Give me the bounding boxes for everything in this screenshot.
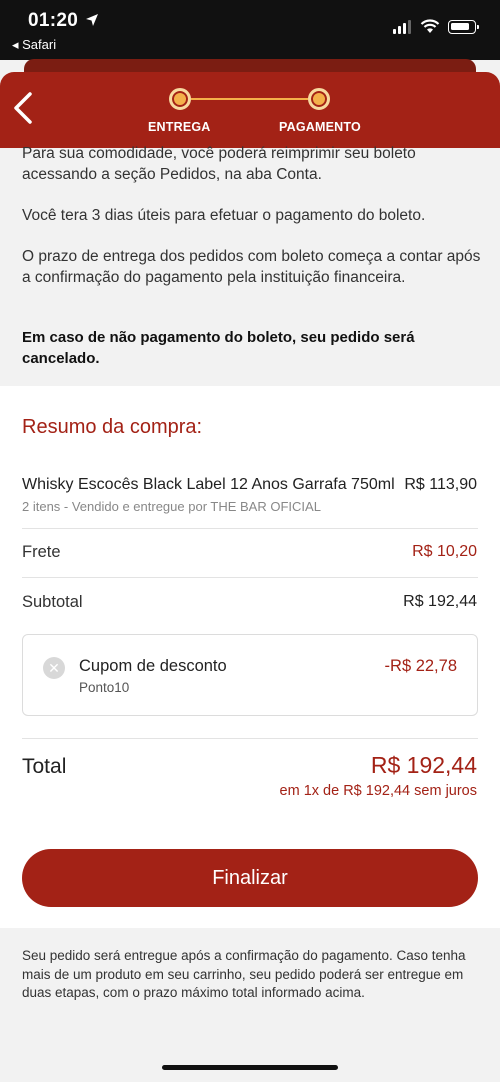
- installments-text: em 1x de R$ 192,44 sem juros: [279, 783, 477, 799]
- back-to-safari-link[interactable]: ◂ Safari: [12, 37, 56, 53]
- subtotal-value: R$ 192,44: [403, 593, 477, 610]
- step-dot-entrega: [169, 88, 191, 110]
- back-arrow-icon[interactable]: [10, 90, 36, 126]
- divider: [22, 577, 478, 578]
- step-label-pagamento[interactable]: PAGAMENTO: [279, 120, 361, 134]
- info-reprint: Para sua comodidade, você poderá reimpri…: [22, 145, 416, 183]
- checkout-header: ENTREGA PAGAMENTO: [0, 72, 500, 148]
- item-seller: 2 itens - Vendido e entregue por THE BAR…: [22, 499, 321, 514]
- shipping-value: R$ 10,20: [412, 543, 477, 560]
- home-indicator[interactable]: [162, 1065, 338, 1070]
- step-dot-pagamento: [308, 88, 330, 110]
- status-time: 01:20: [28, 10, 79, 31]
- checkout-stepper: ENTREGA PAGAMENTO: [148, 88, 368, 138]
- shipping-label: Frete: [22, 543, 61, 561]
- location-arrow-icon: [86, 14, 98, 26]
- finalize-button[interactable]: Finalizar: [22, 849, 478, 907]
- battery-icon: [448, 20, 479, 34]
- stepper-line: [191, 98, 308, 100]
- total-label: Total: [22, 755, 67, 778]
- order-summary: Resumo da compra: Whisky Escocês Black L…: [0, 386, 500, 928]
- total-value: R$ 192,44: [370, 752, 477, 778]
- item-name: Whisky Escocês Black Label 12 Anos Garra…: [22, 476, 395, 493]
- cellular-signal-icon: [393, 20, 411, 34]
- divider: [22, 528, 478, 529]
- info-cancel-warning: Em caso de não pagamento do boleto, seu …: [22, 329, 415, 367]
- info-delivery-start: O prazo de entrega dos pedidos com bolet…: [22, 248, 481, 286]
- divider: [22, 738, 478, 739]
- coupon-discount: -R$ 22,78: [384, 657, 457, 675]
- step-label-entrega[interactable]: ENTREGA: [148, 120, 211, 134]
- footer-note: Seu pedido será entregue após a confirma…: [22, 948, 466, 1000]
- info-deadline: Você tera 3 dias úteis para efetuar o pa…: [22, 207, 426, 224]
- boleto-info-section: Para sua comodidade, você poderá reimpri…: [0, 145, 500, 386]
- wifi-icon: [420, 19, 440, 33]
- subtotal-label: Subtotal: [22, 593, 83, 611]
- summary-title: Resumo da compra:: [22, 416, 203, 438]
- item-price: R$ 113,90: [404, 476, 477, 493]
- coupon-title: Cupom de desconto: [79, 657, 227, 675]
- coupon-card: ✕ Cupom de desconto Ponto10 -R$ 22,78: [22, 634, 478, 716]
- status-bar: 01:20 ◂ Safari: [0, 0, 500, 60]
- coupon-code: Ponto10: [79, 680, 130, 695]
- remove-coupon-icon[interactable]: ✕: [43, 657, 65, 679]
